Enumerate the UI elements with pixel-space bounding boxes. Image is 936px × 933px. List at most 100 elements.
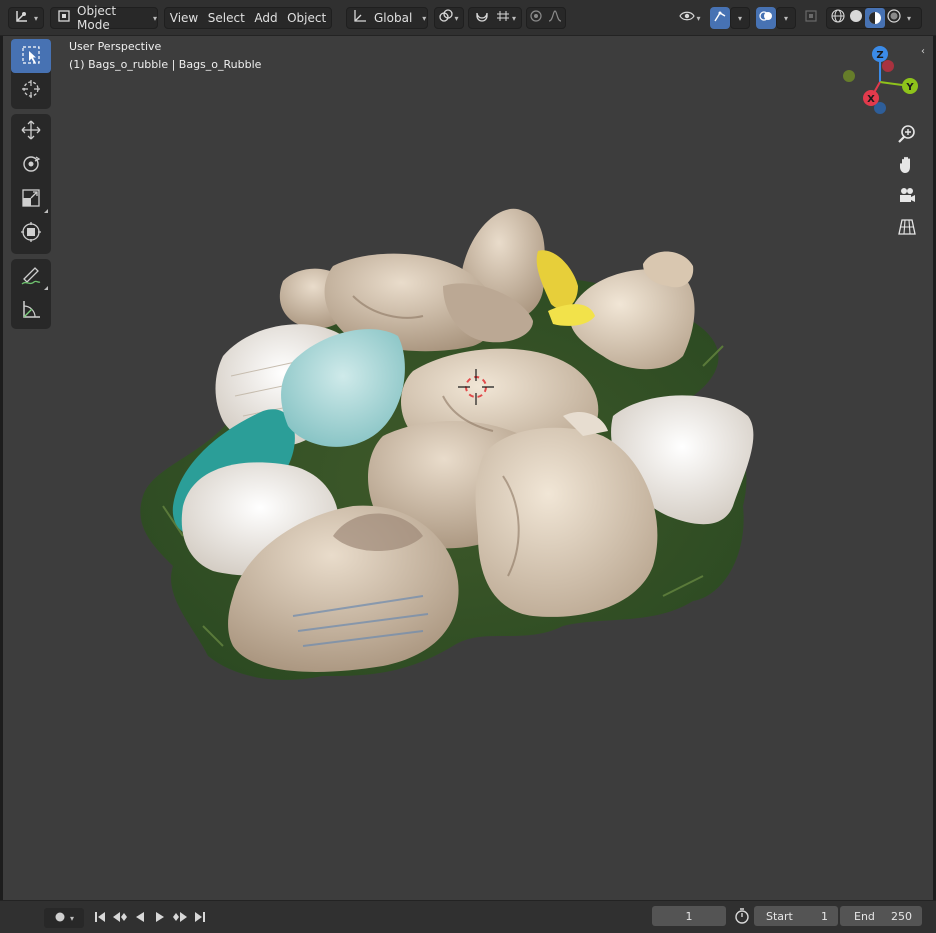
menu-view[interactable]: View [170,11,198,25]
view-perspective-label: User Perspective [69,40,162,53]
stopwatch-icon[interactable] [734,908,750,927]
header-menu-bar: View Select Add Object [164,7,332,29]
gizmo-toggle[interactable] [710,7,730,29]
3d-viewport[interactable]: User Perspective (1) Bags_o_rubble | Bag… [3,36,933,900]
keying-button[interactable]: ▾ [44,908,84,928]
xray-icon [805,10,817,26]
grid-icon [897,217,917,240]
rotate-icon [20,153,42,178]
start-frame-field[interactable]: Start 1 [754,906,838,926]
jump-end-button[interactable] [190,908,210,928]
proportional-edit-group[interactable] [526,7,566,29]
proportional-edit-icon [530,10,542,26]
submenu-indicator-icon [44,209,48,213]
camera-view-button[interactable] [892,182,922,212]
start-frame-value: 1 [821,909,828,923]
cursor-tool[interactable] [11,73,51,107]
move-icon [20,119,42,144]
axis-x-label: X [867,94,875,105]
end-frame-label: End [854,909,875,923]
snap-button-group[interactable]: ▾ [468,7,522,29]
select-box-tool[interactable] [11,39,51,73]
editor-type-icon [14,9,30,27]
editor-type-button[interactable]: ▾ [8,7,44,29]
shading-mode-group: ▾ [826,7,922,29]
annotate-icon [20,264,42,289]
toolbar-annotate-group [11,259,51,329]
jump-start-button[interactable] [90,908,110,928]
record-icon [54,911,66,926]
menu-add[interactable]: Add [254,11,277,25]
axis-neg-x-icon[interactable] [882,60,894,72]
viewport-header: ▾ Object Mode ▾ View Select Add Object G… [0,0,936,36]
material-preview-icon[interactable] [865,8,885,28]
end-frame-field[interactable]: End 250 [840,906,922,926]
gizmo-dropdown[interactable]: ▾ [730,7,750,29]
pan-button[interactable] [892,151,922,181]
transform-orientation-icon [352,9,368,27]
snap-icon [474,9,490,27]
current-frame-value: 1 [685,909,693,923]
transform-icon [20,221,42,246]
chevron-down-icon: ▾ [511,13,516,23]
visibility-button[interactable]: ▾ [674,7,706,29]
mode-select[interactable]: Object Mode ▾ [50,4,158,32]
camera-icon [897,186,917,209]
annotate-tool[interactable] [11,259,51,293]
transform-orientation-select[interactable]: Global ▾ [346,7,428,29]
rotate-tool[interactable] [11,148,51,182]
object-mode-icon [57,9,71,27]
prev-keyframe-button[interactable] [110,908,130,928]
mode-label: Object Mode [77,4,117,32]
current-frame-field[interactable]: 1 [652,906,726,926]
chevron-down-icon: ▾ [783,13,788,23]
bags-o-rubble-mesh[interactable] [3,36,933,900]
next-keyframe-button[interactable] [170,908,190,928]
play-reverse-icon [134,911,146,926]
falloff-icon [548,10,562,26]
toolbar-select-group [11,39,51,109]
axis-z-label: Z [876,50,883,61]
pivot-point-button[interactable]: ▾ [434,7,464,29]
solid-icon[interactable] [847,9,865,27]
measure-icon [20,298,42,323]
next-keyframe-icon [172,911,188,926]
sidebar-toggle-icon[interactable]: ‹ [921,46,925,57]
overlay-dropdown[interactable]: ▾ [776,7,796,29]
play-button[interactable] [150,908,170,928]
hand-icon [897,155,917,178]
pivot-icon [439,9,454,27]
start-frame-label: Start [766,909,793,923]
wireframe-icon[interactable] [829,9,847,27]
prev-keyframe-icon [112,911,128,926]
chevron-down-icon: ▾ [69,913,74,923]
axis-neg-y-icon[interactable] [843,70,855,82]
zoom-icon [897,124,917,147]
chevron-down-icon: ▾ [737,13,742,23]
transform-tool[interactable] [11,216,51,250]
scale-tool[interactable] [11,182,51,216]
menu-select[interactable]: Select [208,11,245,25]
axis-y-label: Y [905,82,914,93]
orientation-label: Global [374,11,413,25]
active-object-label: (1) Bags_o_rubble | Bags_o_Rubble [69,58,262,71]
menu-object[interactable]: Object [287,11,326,25]
rendered-icon[interactable] [885,9,903,27]
chevron-down-icon: ▾ [907,13,912,23]
scale-icon [20,187,42,212]
cursor-icon [20,78,42,103]
xray-toggle[interactable] [802,7,820,29]
zoom-button[interactable] [892,120,922,150]
chevron-down-icon: ▾ [454,13,459,23]
toolbar-transform-group [11,114,51,254]
play-reverse-button[interactable] [130,908,150,928]
move-tool[interactable] [11,114,51,148]
chevron-down-icon: ▾ [33,13,38,23]
ortho-toggle-button[interactable] [892,213,922,243]
snap-increment-icon [496,10,510,26]
measure-tool[interactable] [11,293,51,327]
navigation-gizmo[interactable]: Z Y X [836,40,926,120]
jump-end-icon [194,911,206,926]
chevron-down-icon: ▾ [152,13,157,23]
overlay-toggle[interactable] [756,7,776,29]
